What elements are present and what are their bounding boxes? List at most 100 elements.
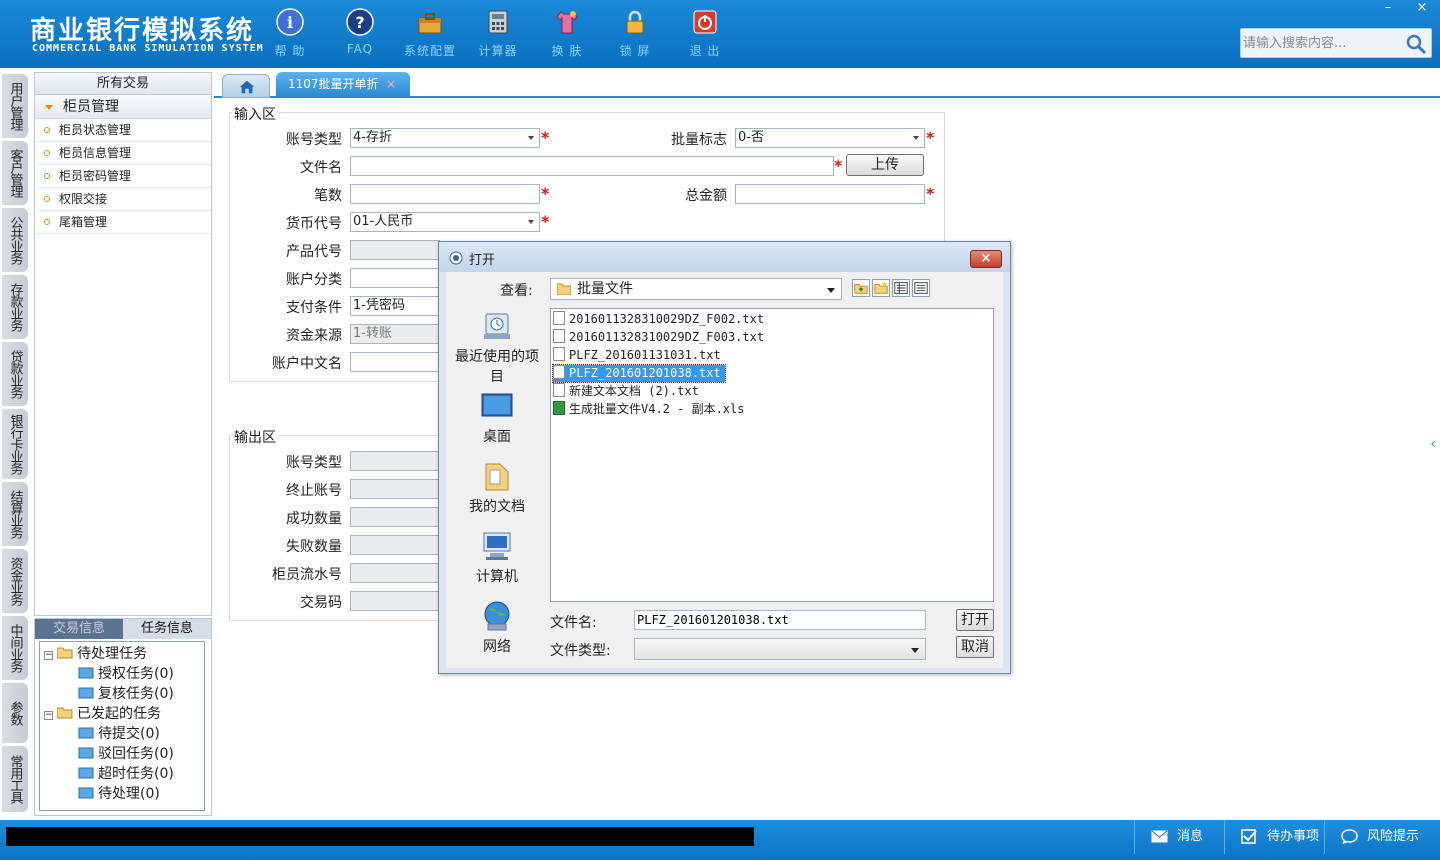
nav-common-tools[interactable]: 常用工具 bbox=[2, 746, 28, 812]
place-network[interactable]: 网络 bbox=[450, 600, 544, 656]
nav-fund-business[interactable]: 资金业务 bbox=[2, 549, 28, 613]
payment-condition-select[interactable]: 1-凭密码 bbox=[350, 296, 440, 316]
filename-input[interactable] bbox=[634, 610, 926, 630]
nav-intermediary-business[interactable]: 中间业务 bbox=[2, 616, 28, 680]
place-desktop[interactable]: 桌面 bbox=[450, 390, 544, 446]
task-node-timeout[interactable]: 超时任务(0) bbox=[40, 764, 204, 784]
filetype-select[interactable] bbox=[634, 638, 926, 660]
svg-text:i: i bbox=[287, 13, 293, 32]
toolbox-icon bbox=[418, 13, 442, 34]
exit-button[interactable]: 退 出 bbox=[673, 6, 737, 62]
tab-home[interactable] bbox=[222, 74, 270, 98]
task-node-review[interactable]: 复核任务(0) bbox=[40, 684, 204, 704]
risk-alert-button[interactable]: 风险提示 bbox=[1324, 820, 1434, 854]
collapse-icon[interactable]: − bbox=[44, 651, 53, 660]
close-window-button[interactable]: × bbox=[1408, 0, 1436, 18]
nav-user-management[interactable]: 用户管理 bbox=[2, 74, 28, 138]
task-node-to-submit[interactable]: 待提交(0) bbox=[40, 724, 204, 744]
out-fail-count-label: 失败数量 bbox=[286, 539, 342, 555]
place-label: 网络 bbox=[483, 639, 511, 655]
config-button[interactable]: 系统配置 bbox=[398, 6, 462, 62]
file-item[interactable]: 2016011328310029DZ_F003.txt bbox=[553, 329, 768, 346]
lock-button[interactable]: 锁 屏 bbox=[603, 6, 667, 62]
account-class-input[interactable] bbox=[350, 268, 440, 288]
nav-public-business[interactable]: 公共业务 bbox=[2, 208, 28, 272]
out-end-account-label: 终止账号 bbox=[286, 483, 342, 499]
minimize-button[interactable]: – bbox=[1374, 0, 1402, 18]
account-cn-name-label: 账户中文名 bbox=[272, 356, 342, 372]
task-node-label: 待处理(0) bbox=[98, 786, 160, 802]
account-type-select[interactable]: 4-存折 bbox=[350, 128, 540, 148]
file-item[interactable]: PLFZ_201601131031.txt bbox=[553, 347, 725, 364]
batch-flag-label: 批量标志 bbox=[671, 132, 727, 148]
file-item[interactable]: 2016011328310029DZ_F002.txt bbox=[553, 311, 768, 328]
tab-batch-open-passbook[interactable]: 1107批量开单折 × bbox=[276, 72, 410, 98]
file-name-input[interactable] bbox=[350, 156, 834, 176]
file-item[interactable]: 新建文本文档 (2).txt bbox=[553, 383, 703, 400]
upload-button[interactable]: 上传 bbox=[846, 154, 924, 176]
currency-select[interactable]: 01-人民币 bbox=[350, 212, 540, 232]
status-bar: 消息 待办事项 风险提示 bbox=[0, 820, 1440, 860]
view-details-icon[interactable] bbox=[892, 279, 910, 297]
tab-task-info[interactable]: 任务信息 bbox=[123, 619, 211, 639]
task-icon bbox=[78, 747, 94, 759]
batch-flag-select[interactable]: 0-否 bbox=[735, 128, 925, 148]
tree-item-tail-box[interactable]: 尾箱管理 bbox=[35, 211, 211, 234]
task-node-auth[interactable]: 授权任务(0) bbox=[40, 664, 204, 684]
mail-icon bbox=[1151, 830, 1168, 843]
task-node-rejected[interactable]: 驳回任务(0) bbox=[40, 744, 204, 764]
messages-button[interactable]: 消息 bbox=[1134, 820, 1230, 854]
file-name: PLFZ_201601201038.txt bbox=[569, 366, 721, 380]
tab-close-icon[interactable]: × bbox=[386, 72, 396, 96]
file-item[interactable]: 生成批量文件V4.2 - 副本.xls bbox=[553, 401, 748, 418]
nav-deposit-business[interactable]: 存款业务 bbox=[2, 275, 28, 339]
nav-parameters[interactable]: 参数 bbox=[2, 683, 28, 743]
tree-item-teller-password[interactable]: 柜员密码管理 bbox=[35, 165, 211, 188]
tree-group-teller-management[interactable]: 柜员管理 bbox=[35, 95, 211, 119]
collapse-right-panel-icon[interactable]: ‹ bbox=[1426, 424, 1440, 464]
count-input[interactable] bbox=[350, 184, 540, 204]
task-node-pending[interactable]: − 待处理任务 bbox=[40, 644, 204, 664]
search-input[interactable] bbox=[1243, 33, 1403, 53]
output-section-title: 输出区 bbox=[232, 427, 278, 447]
place-computer[interactable]: 计算机 bbox=[450, 530, 544, 586]
total-amount-label: 总金额 bbox=[685, 188, 727, 204]
search-icon[interactable] bbox=[1405, 33, 1427, 55]
task-tabs: 交易信息 任务信息 bbox=[35, 619, 211, 639]
folder-open-icon bbox=[57, 647, 73, 659]
new-folder-icon[interactable] bbox=[872, 279, 890, 297]
main-tab-bar: 1107批量开单折 × bbox=[214, 72, 1440, 98]
open-button[interactable]: 打开 bbox=[956, 609, 994, 631]
tree-item-permission-handover[interactable]: 权限交接 bbox=[35, 188, 211, 211]
nav-settlement-business[interactable]: 结算业务 bbox=[2, 482, 28, 546]
text-file-icon bbox=[553, 347, 565, 361]
file-name: PLFZ_201601131031.txt bbox=[569, 348, 721, 362]
calculator-button[interactable]: 计算器 bbox=[466, 6, 530, 62]
tree-item-label: 尾箱管理 bbox=[59, 215, 108, 229]
task-node-label: 复核任务(0) bbox=[98, 686, 174, 702]
nav-card-business[interactable]: 银行卡业务 bbox=[2, 409, 28, 479]
task-node-to-process[interactable]: 待处理(0) bbox=[40, 784, 204, 804]
view-list-icon[interactable] bbox=[912, 279, 930, 297]
look-in-select[interactable]: 批量文件 bbox=[550, 278, 842, 300]
faq-button[interactable]: ? FAQ bbox=[328, 6, 392, 62]
help-button[interactable]: i 帮 助 bbox=[258, 6, 322, 62]
skin-button[interactable]: 换 肤 bbox=[535, 6, 599, 62]
total-amount-input[interactable] bbox=[735, 184, 925, 204]
tree-item-teller-status[interactable]: 柜员状态管理 bbox=[35, 119, 211, 142]
dialog-close-button[interactable]: × bbox=[970, 250, 1002, 268]
task-node-initiated[interactable]: − 已发起的任务 bbox=[40, 704, 204, 724]
place-documents[interactable]: 我的文档 bbox=[450, 460, 544, 516]
todo-button[interactable]: 待办事项 bbox=[1224, 820, 1324, 854]
up-folder-icon[interactable] bbox=[852, 279, 870, 297]
tab-trade-info[interactable]: 交易信息 bbox=[35, 619, 123, 639]
cancel-button[interactable]: 取消 bbox=[956, 636, 994, 658]
folder-icon bbox=[557, 283, 571, 295]
file-item-selected[interactable]: PLFZ_201601201038.txt bbox=[552, 364, 726, 383]
collapse-icon[interactable]: − bbox=[44, 711, 53, 720]
place-recent[interactable]: 最近使用的项目 bbox=[450, 310, 544, 386]
nav-customer-management[interactable]: 客户管理 bbox=[2, 141, 28, 205]
nav-loan-business[interactable]: 贷款业务 bbox=[2, 342, 28, 406]
account-cn-name-input[interactable] bbox=[350, 352, 440, 372]
tree-item-teller-info[interactable]: 柜员信息管理 bbox=[35, 142, 211, 165]
